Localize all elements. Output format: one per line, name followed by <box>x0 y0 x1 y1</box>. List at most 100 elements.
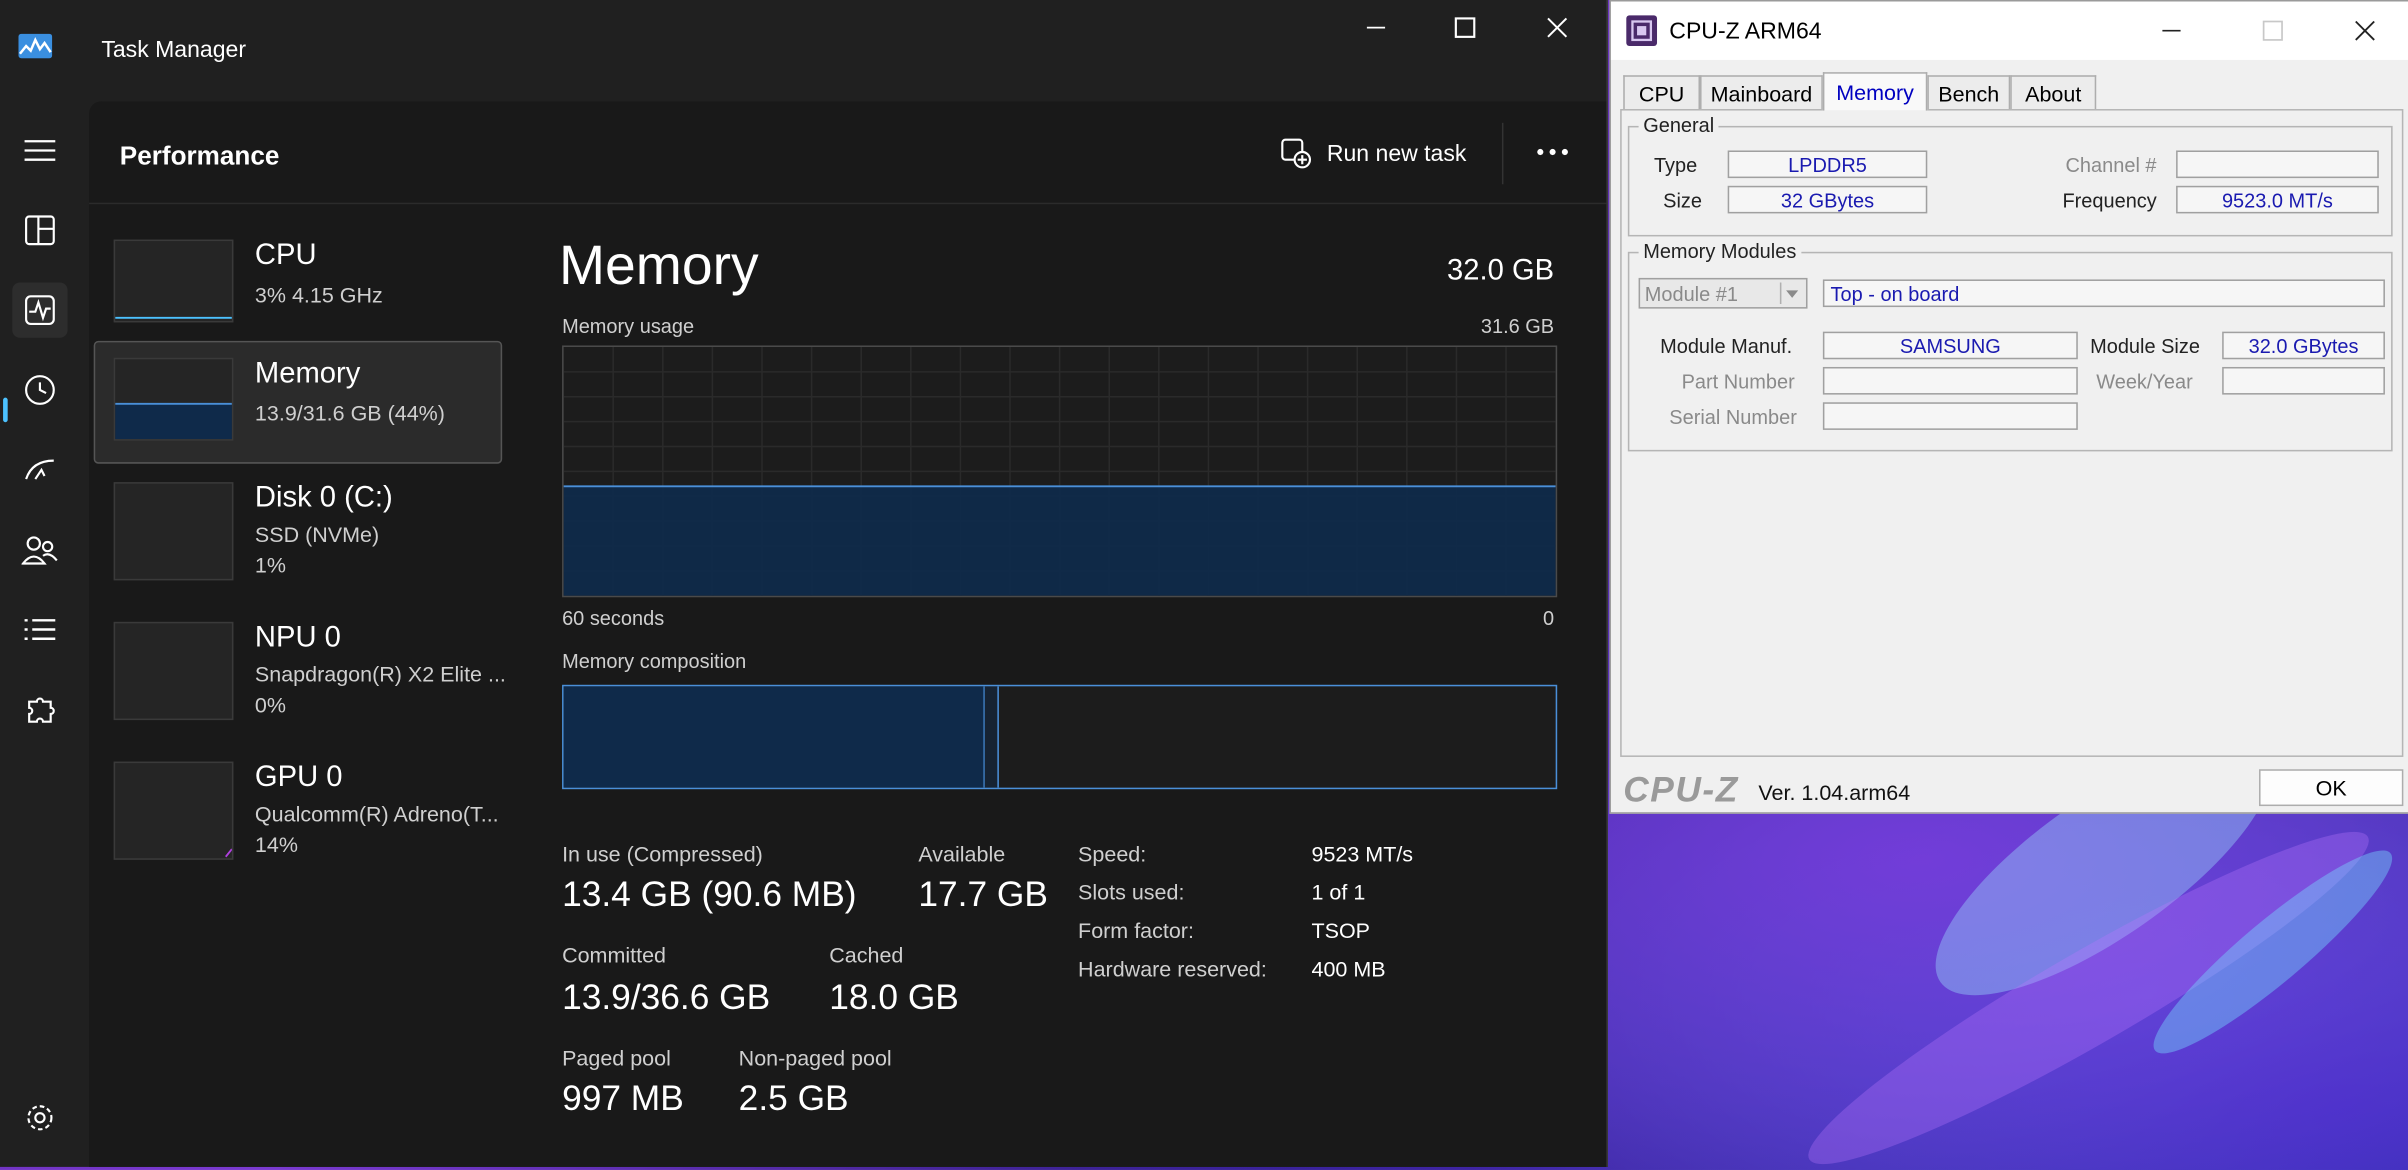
memory-composition-bar <box>562 684 1558 790</box>
gpu-thumbnail-graph <box>113 761 234 860</box>
users-icon <box>21 536 58 565</box>
device-name: GPU 0 <box>254 761 343 794</box>
module-manuf-field: SAMSUNG <box>1822 331 2078 360</box>
tab-bench[interactable]: Bench <box>1927 75 2011 110</box>
minimize-icon <box>2162 29 2181 32</box>
cpuz-memory-panel: General Type LPDDR5 Size 32 GBytes Chann… <box>1620 109 2404 757</box>
cpuz-version: Ver. 1.04.arm64 <box>1758 779 1911 805</box>
device-gpu-0[interactable]: GPU 0 Qualcomm(R) Adreno(T... 14% <box>95 746 500 866</box>
cpuz-window-title: CPU-Z ARM64 <box>1669 18 1822 45</box>
general-group: General Type LPDDR5 Size 32 GBytes Chann… <box>1627 113 2393 237</box>
size-label: Size <box>1663 188 1703 212</box>
hardware-reserved-value: 400 MB <box>1311 956 1386 982</box>
device-cpu[interactable]: CPU 3% 4.15 GHz <box>95 224 500 344</box>
module-select[interactable]: Module #1 <box>1638 277 1808 309</box>
device-detail: 3% 4.15 GHz <box>254 282 383 308</box>
speed-label: Speed: <box>1078 841 1147 866</box>
memory-thumbnail-graph <box>113 357 234 441</box>
tab-about[interactable]: About <box>2010 75 2097 110</box>
memory-composition-label: Memory composition <box>562 649 747 673</box>
cpuz-logo: CPU-Z <box>1623 769 1739 810</box>
memory-heading: Memory <box>558 233 759 297</box>
serial-number-field <box>1822 402 2078 430</box>
nav-processes[interactable] <box>12 203 67 258</box>
minimize-icon <box>1366 26 1386 29</box>
cpuz-maximize-button[interactable] <box>2238 8 2309 54</box>
nav-app-history[interactable] <box>12 362 67 417</box>
cpuz-close-button[interactable] <box>2330 8 2401 54</box>
dropdown-arrow-icon <box>1779 282 1803 305</box>
device-usage: 14% <box>254 832 298 857</box>
cpuz-minimize-button[interactable] <box>2136 8 2207 54</box>
tab-mainboard[interactable]: Mainboard <box>1700 75 1823 110</box>
nav-performance[interactable] <box>12 282 68 338</box>
page-title: Performance <box>119 141 280 171</box>
memory-modules-title: Memory Modules <box>1638 239 1801 263</box>
nav-settings[interactable] <box>12 1090 67 1145</box>
active-nav-indicator <box>3 397 8 423</box>
memory-detail-panel: Memory 32.0 GB Memory usage 31.6 GB 60 s… <box>559 101 1573 1167</box>
disk-thumbnail-graph <box>113 482 234 581</box>
nav-users[interactable] <box>12 522 67 577</box>
memory-usage-label: Memory usage <box>562 314 695 338</box>
time-axis-start: 60 seconds <box>562 606 665 630</box>
paged-pool-value: 997 MB <box>562 1077 684 1118</box>
cpu-thumbnail-graph <box>113 239 234 323</box>
npu-thumbnail-graph <box>113 621 234 721</box>
task-manager-app-icon <box>18 33 53 59</box>
committed-label: Committed <box>562 942 667 968</box>
type-label: Type <box>1653 153 1698 177</box>
memory-total: 32.0 GB <box>1447 254 1555 288</box>
close-icon <box>2355 20 2375 41</box>
device-disk-0[interactable]: Disk 0 (C:) SSD (NVMe) 1% <box>95 467 500 587</box>
ok-button[interactable]: OK <box>2259 769 2404 807</box>
non-paged-pool-label: Non-paged pool <box>738 1045 892 1071</box>
module-select-value: Module #1 <box>1644 281 1738 305</box>
nav-services[interactable] <box>12 682 67 737</box>
close-button[interactable] <box>1511 0 1603 55</box>
services-puzzle-icon <box>28 697 55 723</box>
module-location-field: Top - on board <box>1822 279 2385 308</box>
maximize-button[interactable] <box>1419 0 1511 55</box>
title-bar[interactable]: Task Manager <box>0 0 1606 101</box>
size-field: 32 GBytes <box>1727 185 1928 214</box>
maximize-icon <box>1454 17 1476 38</box>
tab-cpu[interactable]: CPU <box>1623 75 1701 110</box>
maximize-icon <box>2262 20 2283 41</box>
available-value: 17.7 GB <box>918 873 1048 914</box>
nav-startup-apps[interactable] <box>12 442 67 497</box>
device-detail: Qualcomm(R) Adreno(T... <box>254 801 499 827</box>
device-usage: 1% <box>254 552 287 578</box>
minimize-button[interactable] <box>1330 0 1422 55</box>
device-name: NPU 0 <box>254 621 341 655</box>
in-use-value: 13.4 GB (90.6 MB) <box>562 873 857 914</box>
window-title: Task Manager <box>101 36 247 63</box>
speed-value: 9523 MT/s <box>1311 841 1414 866</box>
general-group-title: General <box>1638 113 1719 137</box>
memory-usage-svg <box>563 347 1556 596</box>
device-memory[interactable]: Memory 13.9/31.6 GB (44%) <box>93 340 503 464</box>
usage-area <box>563 486 1556 596</box>
tab-memory[interactable]: Memory <box>1822 72 1928 111</box>
slots-used-value: 1 of 1 <box>1311 879 1366 905</box>
in-use-segment[interactable] <box>563 686 985 788</box>
part-number-field <box>1822 366 2078 395</box>
hamburger-menu-button[interactable] <box>12 123 67 178</box>
cached-value: 18.0 GB <box>829 976 959 1017</box>
nav-details[interactable] <box>12 602 67 657</box>
device-npu-0[interactable]: NPU 0 Snapdragon(R) X2 Elite ... 0% <box>95 606 506 726</box>
device-detail: SSD (NVMe) <box>254 522 380 547</box>
memory-usage-max: 31.6 GB <box>1480 314 1555 338</box>
paged-pool-label: Paged pool <box>562 1045 671 1071</box>
device-name: Disk 0 (C:) <box>254 482 393 515</box>
device-detail: 13.9/31.6 GB (44%) <box>254 400 445 426</box>
module-manuf-label: Module Manuf. <box>1660 334 1793 358</box>
week-year-field <box>2222 366 2385 395</box>
form-factor-label: Form factor: <box>1078 918 1194 943</box>
slots-used-label: Slots used: <box>1078 879 1185 905</box>
cpuz-title-bar[interactable]: CPU-Z ARM64 <box>1610 1 2408 60</box>
modified-segment[interactable] <box>984 686 999 788</box>
performance-icon <box>25 295 55 326</box>
serial-number-label: Serial Number <box>1669 405 1797 429</box>
settings-gear-icon <box>27 1105 53 1131</box>
